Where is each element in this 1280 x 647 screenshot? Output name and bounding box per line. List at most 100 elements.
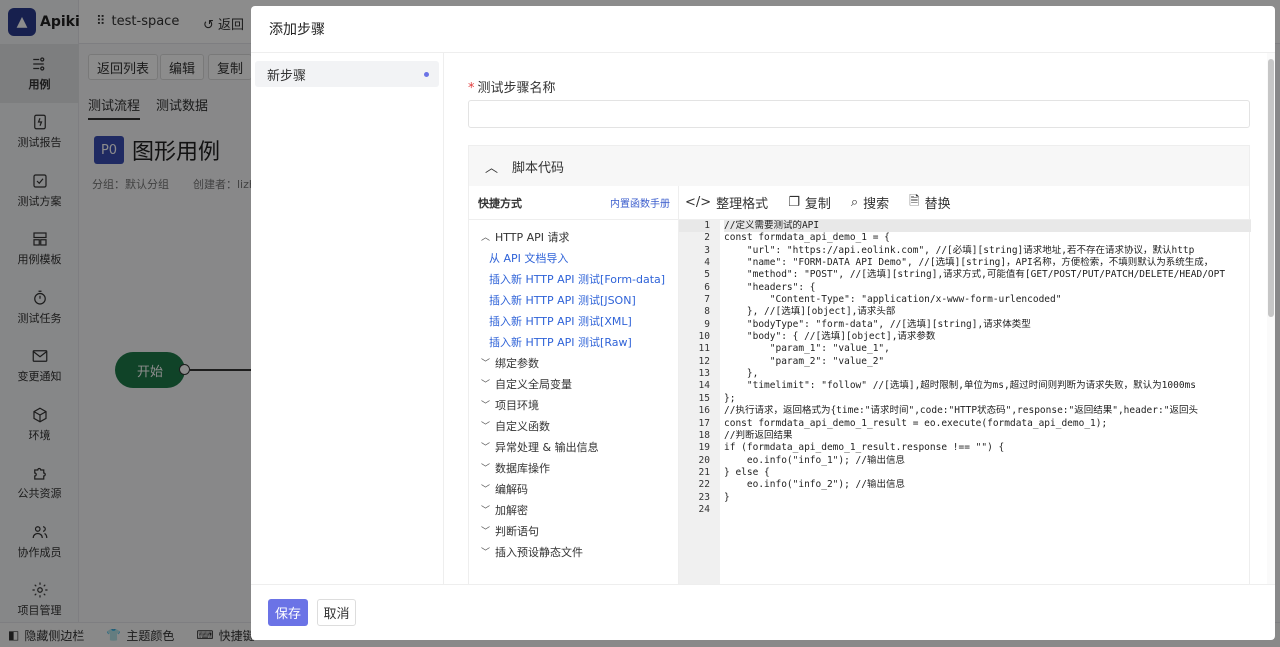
tree-node-label: 自定义全局变量: [495, 377, 572, 391]
cancel-button[interactable]: 取消: [317, 599, 356, 626]
code-icon: </>: [685, 195, 712, 210]
code-line[interactable]: "bodyType": "form-data", //[选填][string],…: [724, 319, 1251, 331]
script-panel: ︿ 脚本代码 快捷方式 内置函数手册 ︿ HTTP API 请求从 API 文档导…: [468, 145, 1251, 585]
modal-footer: 保存 取消: [251, 584, 1275, 640]
code-line[interactable]: //判断返回结果: [724, 430, 1251, 442]
code-line[interactable]: const formdata_api_demo_1_result = eo.ex…: [724, 418, 1251, 430]
tree-node[interactable]: ﹀ 绑定参数: [469, 352, 678, 373]
format-button[interactable]: </> 整理格式: [685, 193, 768, 212]
script-panel-header[interactable]: ︿ 脚本代码: [469, 146, 1249, 186]
code-line[interactable]: "name": "FORM-DATA API Demo", //[选填][str…: [724, 257, 1251, 269]
tree-node[interactable]: ﹀ 自定义函数: [469, 415, 678, 436]
unsaved-dot-icon: [424, 72, 429, 77]
line-number: 17: [698, 417, 710, 429]
tree-leaf-link[interactable]: 插入新 HTTP API 测试[JSON]: [469, 289, 678, 310]
tree-node-label: 加解密: [495, 503, 528, 517]
code-line[interactable]: },: [724, 368, 1251, 380]
line-number: 2: [704, 232, 710, 244]
code-line[interactable]: //定义需要测试的API: [724, 220, 1251, 233]
code-line[interactable]: "body": { //[选填][object],请求参数: [724, 331, 1251, 343]
line-number: 21: [698, 466, 710, 478]
search-icon: ⌕: [850, 195, 859, 210]
modal-title: 添加步骤: [251, 6, 1275, 53]
line-number: 22: [698, 479, 710, 491]
tree-leaf-link[interactable]: 插入新 HTTP API 测试[Raw]: [469, 331, 678, 352]
line-number: 1: [679, 220, 710, 233]
tree-node[interactable]: ﹀ 判断语句: [469, 520, 678, 541]
function-manual-link[interactable]: 内置函数手册: [610, 195, 670, 210]
tree-node-label: 异常处理 & 输出信息: [495, 440, 599, 454]
tree-leaf-link[interactable]: 插入新 HTTP API 测试[Form-data]: [469, 268, 678, 289]
code-line[interactable]: } else {: [724, 467, 1251, 479]
code-line[interactable]: "url": "https://api.eolink.com", //[必填][…: [724, 245, 1251, 257]
step-list: 新步骤: [251, 53, 444, 584]
chevron-down-icon: ﹀: [481, 506, 491, 516]
code-line[interactable]: "method": "POST", //[选填][string],请求方式,可能…: [724, 269, 1251, 281]
code-line[interactable]: }: [724, 492, 1251, 504]
chevron-down-icon: ﹀: [481, 548, 491, 558]
replace-icon: 🗎: [909, 193, 920, 209]
chevron-down-icon: ﹀: [481, 527, 491, 537]
line-number: 15: [698, 392, 710, 404]
line-number: 18: [698, 429, 710, 441]
scrollbar-thumb[interactable]: [1268, 59, 1274, 317]
tree-node[interactable]: ﹀ 自定义全局变量: [469, 373, 678, 394]
code-line[interactable]: const formdata_api_demo_1 = {: [724, 232, 1251, 244]
code-line[interactable]: //执行请求，返回格式为{time:"请求时间",code:"HTTP状态码",…: [724, 405, 1251, 417]
chevron-down-icon: ﹀: [481, 422, 491, 432]
chevron-down-icon: ﹀: [481, 464, 491, 474]
tree-node[interactable]: ﹀ 插入预设静态文件: [469, 541, 678, 562]
line-number: 7: [704, 294, 710, 306]
line-number: 20: [698, 454, 710, 466]
tree-node-label: 绑定参数: [495, 356, 539, 370]
tree-node[interactable]: ﹀ 异常处理 & 输出信息: [469, 436, 678, 457]
code-line[interactable]: "headers": {: [724, 282, 1251, 294]
chevron-up-icon: ︿: [485, 160, 499, 176]
tree-node[interactable]: ﹀ 数据库操作: [469, 457, 678, 478]
code-lines[interactable]: //定义需要测试的API const formdata_api_demo_1 = …: [720, 220, 1251, 516]
tree-node-label: HTTP API 请求: [495, 230, 570, 244]
step-name-label: * 测试步骤名称: [468, 77, 556, 96]
script-panel-title: 脚本代码: [512, 160, 565, 176]
line-number: 5: [704, 269, 710, 281]
code-line[interactable]: "Content-Type": "application/x-www-form-…: [724, 294, 1251, 306]
search-button[interactable]: ⌕ 搜索: [851, 193, 889, 212]
tree-node[interactable]: ﹀ 项目环境: [469, 394, 678, 415]
step-name-input[interactable]: [468, 100, 1250, 128]
code-line[interactable]: }, //[选填][object],请求头部: [724, 306, 1251, 318]
scrollbar-track[interactable]: [1267, 53, 1275, 584]
code-area[interactable]: 1 2 3 4 5 6 7 8 9 10 11 12 13 14 15 16 17 18 19 20 21 22 23 24 …: [679, 220, 1251, 585]
tree-node-label: 数据库操作: [495, 461, 550, 475]
line-number: 4: [704, 257, 710, 269]
code-line[interactable]: eo.info("info_2"); //输出信息: [724, 479, 1251, 491]
replace-button[interactable]: 🗎 替换: [909, 192, 950, 214]
code-line[interactable]: "timelimit": "follow" //[选填],超时限制,单位为ms,…: [724, 380, 1251, 392]
copy-code-button[interactable]: ❐ 复制: [788, 193, 831, 212]
line-number: 19: [698, 442, 710, 454]
code-line[interactable]: eo.info("info_1"); //输出信息: [724, 455, 1251, 467]
tree-node-label: 判断语句: [495, 524, 539, 538]
chevron-down-icon: ﹀: [481, 443, 491, 453]
tree-node[interactable]: ﹀ 编解码: [469, 478, 678, 499]
save-button[interactable]: 保存: [268, 599, 308, 626]
code-line[interactable]: };: [724, 393, 1251, 405]
add-step-modal: 添加步骤 新步骤 * 测试步骤名称 ︿ 脚本代码 快捷方式 内置函数手册 ︿ HTT…: [251, 6, 1275, 640]
code-line[interactable]: [724, 504, 1251, 516]
tree-node[interactable]: ︿ HTTP API 请求: [469, 226, 678, 247]
code-line[interactable]: "param_1": "value_1",: [724, 343, 1251, 355]
chevron-down-icon: ﹀: [481, 401, 491, 411]
tree-node[interactable]: ﹀ 加解密: [469, 499, 678, 520]
line-number: 8: [704, 306, 710, 318]
step-editor: * 测试步骤名称 ︿ 脚本代码 快捷方式 内置函数手册 ︿ HTTP API 请求从…: [444, 53, 1275, 585]
line-number: 3: [704, 244, 710, 256]
copy-label: 复制: [804, 197, 831, 212]
line-number: 11: [698, 343, 710, 355]
step-item[interactable]: 新步骤: [255, 61, 439, 87]
code-line[interactable]: "param_2": "value_2": [724, 356, 1251, 368]
chevron-down-icon: ﹀: [481, 359, 491, 369]
tree-leaf-link[interactable]: 插入新 HTTP API 测试[XML]: [469, 310, 678, 331]
tree-leaf-link[interactable]: 从 API 文档导入: [469, 247, 678, 268]
code-line[interactable]: if (formdata_api_demo_1_result.response …: [724, 442, 1251, 454]
quick-actions-header: 快捷方式 内置函数手册: [469, 186, 678, 220]
quick-actions-tree: ︿ HTTP API 请求从 API 文档导入 插入新 HTTP API 测试[Fo…: [469, 220, 678, 562]
